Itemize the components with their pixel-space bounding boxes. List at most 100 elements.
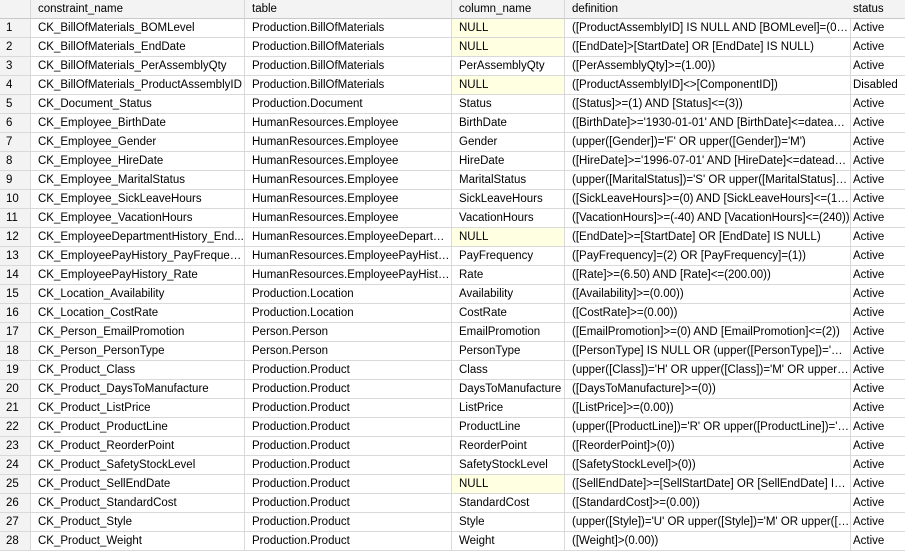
row-number[interactable]: 3: [0, 57, 31, 76]
cell-column-name[interactable]: Weight: [452, 532, 565, 551]
cell-status[interactable]: Active: [847, 532, 905, 551]
cell-column-name[interactable]: DaysToManufacture: [452, 380, 565, 399]
cell-definition[interactable]: ([ReorderPoint]>(0)): [565, 437, 851, 456]
cell-definition[interactable]: ([PersonType] IS NULL OR (upper([PersonT…: [565, 342, 851, 361]
cell-status[interactable]: Active: [847, 285, 905, 304]
table-row[interactable]: 7 CK_Employee_Gender HumanResources.Employ…: [0, 133, 905, 152]
cell-status[interactable]: Active: [847, 456, 905, 475]
cell-status[interactable]: Active: [847, 475, 905, 494]
cell-table[interactable]: Production.BillOfMaterials: [245, 38, 452, 57]
cell-definition[interactable]: ([Weight]>(0.00)): [565, 532, 851, 551]
table-row[interactable]: 4 CK_BillOfMaterials_ProductAssemblyID Pro…: [0, 76, 905, 95]
cell-constraint-name[interactable]: CK_Person_PersonType: [31, 342, 245, 361]
table-row[interactable]: 9 CK_Employee_MaritalStatus HumanResources…: [0, 171, 905, 190]
row-number[interactable]: 7: [0, 133, 31, 152]
cell-table[interactable]: HumanResources.EmployeeDepartmen...: [245, 228, 452, 247]
cell-constraint-name[interactable]: CK_Product_ListPrice: [31, 399, 245, 418]
cell-constraint-name[interactable]: CK_Employee_HireDate: [31, 152, 245, 171]
cell-status[interactable]: Active: [847, 247, 905, 266]
cell-constraint-name[interactable]: CK_BillOfMaterials_BOMLevel: [31, 19, 245, 38]
cell-table[interactable]: Production.BillOfMaterials: [245, 76, 452, 95]
table-row[interactable]: 15 CK_Location_Availability Production.Loc…: [0, 285, 905, 304]
row-number[interactable]: 17: [0, 323, 31, 342]
table-row[interactable]: 17 CK_Person_EmailPromotion Person.Person E…: [0, 323, 905, 342]
cell-constraint-name[interactable]: CK_Employee_BirthDate: [31, 114, 245, 133]
cell-table[interactable]: HumanResources.Employee: [245, 171, 452, 190]
cell-status[interactable]: Active: [847, 304, 905, 323]
row-number[interactable]: 11: [0, 209, 31, 228]
cell-column-name[interactable]: VacationHours: [452, 209, 565, 228]
row-number[interactable]: 22: [0, 418, 31, 437]
cell-table[interactable]: Production.Product: [245, 437, 452, 456]
cell-table[interactable]: Production.Product: [245, 361, 452, 380]
cell-definition[interactable]: ([Availability]>=(0.00)): [565, 285, 851, 304]
cell-table[interactable]: Person.Person: [245, 323, 452, 342]
cell-column-name[interactable]: PersonType: [452, 342, 565, 361]
table-row[interactable]: 21 CK_Product_ListPrice Production.Product…: [0, 399, 905, 418]
row-number[interactable]: 1: [0, 19, 31, 38]
cell-constraint-name[interactable]: CK_BillOfMaterials_PerAssemblyQty: [31, 57, 245, 76]
cell-constraint-name[interactable]: CK_Product_SellEndDate: [31, 475, 245, 494]
cell-table[interactable]: Production.BillOfMaterials: [245, 19, 452, 38]
cell-definition[interactable]: ([CostRate]>=(0.00)): [565, 304, 851, 323]
cell-status[interactable]: Active: [847, 171, 905, 190]
cell-status[interactable]: Active: [847, 209, 905, 228]
cell-status[interactable]: Active: [847, 399, 905, 418]
cell-constraint-name[interactable]: CK_Employee_SickLeaveHours: [31, 190, 245, 209]
cell-table[interactable]: Production.Document: [245, 95, 452, 114]
cell-definition[interactable]: ([ProductAssemblyID] IS NULL AND [BOMLev…: [565, 19, 851, 38]
table-row[interactable]: 18 CK_Person_PersonType Person.Person Perso…: [0, 342, 905, 361]
table-row[interactable]: 1 CK_BillOfMaterials_BOMLevel Production.B…: [0, 19, 905, 38]
cell-definition[interactable]: ([ProductAssemblyID]<>[ComponentID]): [565, 76, 851, 95]
table-row[interactable]: 11 CK_Employee_VacationHours HumanResource…: [0, 209, 905, 228]
row-number[interactable]: 4: [0, 76, 31, 95]
row-number[interactable]: 28: [0, 532, 31, 551]
table-row[interactable]: 2 CK_BillOfMaterials_EndDate Production.Bi…: [0, 38, 905, 57]
cell-definition[interactable]: ([VacationHours]>=(-40) AND [VacationHou…: [565, 209, 851, 228]
cell-table[interactable]: Production.Location: [245, 285, 452, 304]
table-row[interactable]: 3 CK_BillOfMaterials_PerAssemblyQty Produc…: [0, 57, 905, 76]
cell-status[interactable]: Active: [847, 38, 905, 57]
cell-table[interactable]: HumanResources.Employee: [245, 152, 452, 171]
cell-definition[interactable]: ([Status]>=(1) AND [Status]<=(3)): [565, 95, 851, 114]
row-number[interactable]: 23: [0, 437, 31, 456]
cell-definition[interactable]: ([PerAssemblyQty]>=(1.00)): [565, 57, 851, 76]
table-row[interactable]: 25 CK_Product_SellEndDate Production.Produ…: [0, 475, 905, 494]
row-number[interactable]: 13: [0, 247, 31, 266]
cell-column-name[interactable]: NULL: [452, 228, 565, 247]
table-row[interactable]: 22 CK_Product_ProductLine Production.Produ…: [0, 418, 905, 437]
cell-table[interactable]: Production.BillOfMaterials: [245, 57, 452, 76]
column-header-definition[interactable]: definition: [565, 0, 851, 19]
cell-constraint-name[interactable]: CK_Product_Class: [31, 361, 245, 380]
row-number[interactable]: 26: [0, 494, 31, 513]
cell-definition[interactable]: (upper([ProductLine])='R' OR upper([Prod…: [565, 418, 851, 437]
cell-constraint-name[interactable]: CK_Employee_Gender: [31, 133, 245, 152]
cell-column-name[interactable]: Gender: [452, 133, 565, 152]
cell-status[interactable]: Disabled: [847, 76, 905, 95]
cell-table[interactable]: HumanResources.Employee: [245, 114, 452, 133]
cell-table[interactable]: Production.Product: [245, 494, 452, 513]
cell-constraint-name[interactable]: CK_Product_StandardCost: [31, 494, 245, 513]
row-number[interactable]: 18: [0, 342, 31, 361]
cell-definition[interactable]: (upper([Gender])='F' OR upper([Gender])=…: [565, 133, 851, 152]
cell-column-name[interactable]: NULL: [452, 76, 565, 95]
cell-status[interactable]: Active: [847, 342, 905, 361]
row-number-header[interactable]: [0, 0, 31, 19]
cell-column-name[interactable]: NULL: [452, 475, 565, 494]
cell-status[interactable]: Active: [847, 19, 905, 38]
table-row[interactable]: 14 CK_EmployeePayHistory_Rate HumanResourc…: [0, 266, 905, 285]
cell-table[interactable]: Production.Product: [245, 475, 452, 494]
cell-status[interactable]: Active: [847, 418, 905, 437]
cell-status[interactable]: Active: [847, 57, 905, 76]
cell-column-name[interactable]: SafetyStockLevel: [452, 456, 565, 475]
table-row[interactable]: 26 CK_Product_StandardCost Production.Prod…: [0, 494, 905, 513]
row-number[interactable]: 15: [0, 285, 31, 304]
column-header-table[interactable]: table: [245, 0, 452, 19]
row-number[interactable]: 10: [0, 190, 31, 209]
cell-table[interactable]: HumanResources.Employee: [245, 209, 452, 228]
table-row[interactable]: 28 CK_Product_Weight Production.Product Wei…: [0, 532, 905, 551]
cell-constraint-name[interactable]: CK_BillOfMaterials_EndDate: [31, 38, 245, 57]
table-row[interactable]: 10 CK_Employee_SickLeaveHours HumanResourc…: [0, 190, 905, 209]
cell-constraint-name[interactable]: CK_Document_Status: [31, 95, 245, 114]
row-number[interactable]: 5: [0, 95, 31, 114]
